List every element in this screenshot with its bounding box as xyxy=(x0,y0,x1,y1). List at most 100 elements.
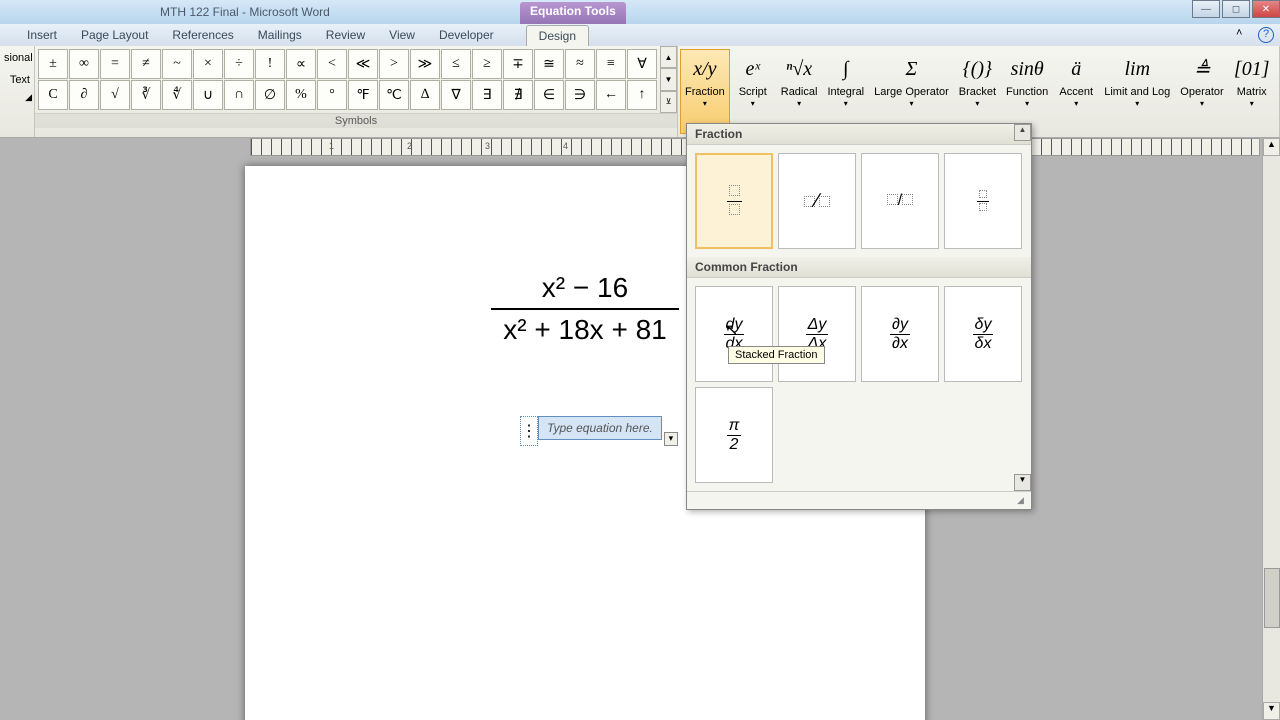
symbols-scroll[interactable]: ▲ ▼ ⊻ xyxy=(660,46,677,113)
symbol-button[interactable]: ∃ xyxy=(472,80,502,110)
symbol-button[interactable]: ∆ xyxy=(410,80,440,110)
symbol-button[interactable]: × xyxy=(193,49,223,79)
tab-insert[interactable]: Insert xyxy=(15,25,69,45)
gallery-header-common: Common Fraction xyxy=(687,257,1031,278)
maximize-button[interactable]: ◻ xyxy=(1222,0,1250,18)
common-fraction-item[interactable]: dydx xyxy=(695,286,773,382)
dropdown-arrow-icon: ▾ xyxy=(703,99,707,108)
function-button[interactable]: sinθFunction▾ xyxy=(1001,49,1053,134)
symbol-button[interactable]: ∛ xyxy=(131,80,161,110)
symbol-button[interactable]: ∋ xyxy=(565,80,595,110)
gallery-scroll-down-icon[interactable]: ▼ xyxy=(1014,474,1031,491)
symbol-button[interactable]: ± xyxy=(38,49,68,79)
tab-references[interactable]: References xyxy=(160,25,245,45)
tab-design[interactable]: Design xyxy=(526,25,589,46)
equation-placeholder[interactable]: ⋮Type equation here.▾ xyxy=(520,416,678,446)
scroll-thumb[interactable] xyxy=(1264,568,1280,628)
close-button[interactable]: ✕ xyxy=(1252,0,1280,18)
radical-button[interactable]: ⁿ√xRadical▾ xyxy=(776,49,823,134)
large-operator-button[interactable]: ΣLarge Operator▾ xyxy=(869,49,954,134)
common-fraction-item[interactable]: π2 xyxy=(695,387,773,483)
equation-denominator: x² + 18x + 81 xyxy=(491,310,678,346)
matrix-button[interactable]: [01]Matrix▾ xyxy=(1229,49,1275,134)
symbol-button[interactable]: ∇ xyxy=(441,80,471,110)
equation-options-dropdown[interactable]: ▾ xyxy=(664,432,678,446)
symbol-button[interactable]: ≈ xyxy=(565,49,595,79)
symbol-button[interactable]: ∞ xyxy=(69,49,99,79)
symbol-button[interactable]: ∪ xyxy=(193,80,223,110)
fraction-button[interactable]: x/yFraction▾ xyxy=(680,49,730,134)
tab-mailings[interactable]: Mailings xyxy=(246,25,314,45)
symbol-button[interactable]: ∝ xyxy=(286,49,316,79)
symbol-button[interactable]: ∀ xyxy=(627,49,657,79)
limit-and-log-button[interactable]: limLimit and Log▾ xyxy=(1099,49,1175,134)
symbol-button[interactable]: ℃ xyxy=(379,80,409,110)
symbols-scroll-up-icon[interactable]: ▲ xyxy=(660,46,677,68)
tab-view[interactable]: View xyxy=(377,25,427,45)
symbol-button[interactable]: ≅ xyxy=(534,49,564,79)
symbol-button[interactable]: C xyxy=(38,80,68,110)
symbol-button[interactable]: ∩ xyxy=(224,80,254,110)
operator-icon: ≜ xyxy=(1194,52,1211,86)
symbol-button[interactable]: ≫ xyxy=(410,49,440,79)
dialog-launcher-icon[interactable]: ◢ xyxy=(0,92,34,103)
common-fraction-item[interactable]: ∂y∂x xyxy=(861,286,939,382)
symbol-button[interactable]: ← xyxy=(596,80,626,110)
symbol-button[interactable]: ≡ xyxy=(596,49,626,79)
equation-input[interactable]: Type equation here. xyxy=(538,416,662,440)
symbol-button[interactable]: ≪ xyxy=(348,49,378,79)
symbol-button[interactable]: = xyxy=(100,49,130,79)
symbol-button[interactable]: ℉ xyxy=(348,80,378,110)
symbol-button[interactable]: ↑ xyxy=(627,80,657,110)
symbol-button[interactable]: ≠ xyxy=(131,49,161,79)
gallery-scroll-up-icon[interactable]: ▲ xyxy=(1014,124,1031,141)
symbol-button[interactable]: ! xyxy=(255,49,285,79)
symbol-button[interactable]: ° xyxy=(317,80,347,110)
symbol-button[interactable]: ~ xyxy=(162,49,192,79)
linear-text-button[interactable]: Text xyxy=(2,72,32,88)
scroll-down-button[interactable]: ▼ xyxy=(1263,702,1280,720)
gallery-resize-handle[interactable]: ◢ xyxy=(1017,495,1031,509)
equation-numerator: x² − 16 xyxy=(491,272,678,310)
symbol-button[interactable]: √ xyxy=(100,80,130,110)
tab-page-layout[interactable]: Page Layout xyxy=(69,25,160,45)
help-icon[interactable]: ? xyxy=(1258,27,1274,43)
linear-fraction-item[interactable]: / xyxy=(861,153,939,249)
symbol-button[interactable]: ∈ xyxy=(534,80,564,110)
symbol-button[interactable]: % xyxy=(286,80,316,110)
small-fraction-item[interactable] xyxy=(944,153,1022,249)
symbol-button[interactable]: ∜ xyxy=(162,80,192,110)
minimize-ribbon-icon[interactable]: ˄ xyxy=(1236,27,1252,43)
professional-button[interactable]: sional xyxy=(2,50,32,66)
operator-button[interactable]: ≜Operator▾ xyxy=(1175,49,1228,134)
script-button[interactable]: eˣScript▾ xyxy=(730,49,776,134)
common-fraction-item[interactable]: δyδx xyxy=(944,286,1022,382)
minimize-button[interactable]: — xyxy=(1192,0,1220,18)
symbol-button[interactable]: < xyxy=(317,49,347,79)
symbols-scroll-down-icon[interactable]: ▼ xyxy=(660,68,677,90)
symbol-button[interactable]: ∅ xyxy=(255,80,285,110)
symbol-button[interactable]: ∂ xyxy=(69,80,99,110)
dropdown-arrow-icon: ▾ xyxy=(751,99,755,108)
tab-developer[interactable]: Developer xyxy=(427,25,506,45)
symbol-button[interactable]: ∓ xyxy=(503,49,533,79)
dropdown-arrow-icon: ▾ xyxy=(797,99,801,108)
dropdown-arrow-icon: ▾ xyxy=(1135,99,1139,108)
equation-tools-context-tab[interactable]: Equation Tools xyxy=(520,2,626,24)
symbols-more-icon[interactable]: ⊻ xyxy=(660,91,677,113)
symbol-button[interactable]: > xyxy=(379,49,409,79)
symbol-button[interactable]: ∄ xyxy=(503,80,533,110)
integral-button[interactable]: ∫Integral▾ xyxy=(822,49,869,134)
symbol-button[interactable]: ≥ xyxy=(472,49,502,79)
tooltip-stacked-fraction: Stacked Fraction xyxy=(728,346,825,364)
accent-button[interactable]: äAccent▾ xyxy=(1053,49,1099,134)
vertical-scrollbar[interactable]: ▲ ▼ xyxy=(1262,138,1280,720)
stacked-fraction-item[interactable] xyxy=(695,153,773,249)
bracket-button[interactable]: {()}Bracket▾ xyxy=(954,49,1001,134)
common-fraction-item[interactable]: ΔyΔx xyxy=(778,286,856,382)
symbol-button[interactable]: ≤ xyxy=(441,49,471,79)
tab-review[interactable]: Review xyxy=(314,25,377,45)
skewed-fraction-item[interactable]: ∕ xyxy=(778,153,856,249)
scroll-up-button[interactable]: ▲ xyxy=(1263,138,1280,156)
symbol-button[interactable]: ÷ xyxy=(224,49,254,79)
